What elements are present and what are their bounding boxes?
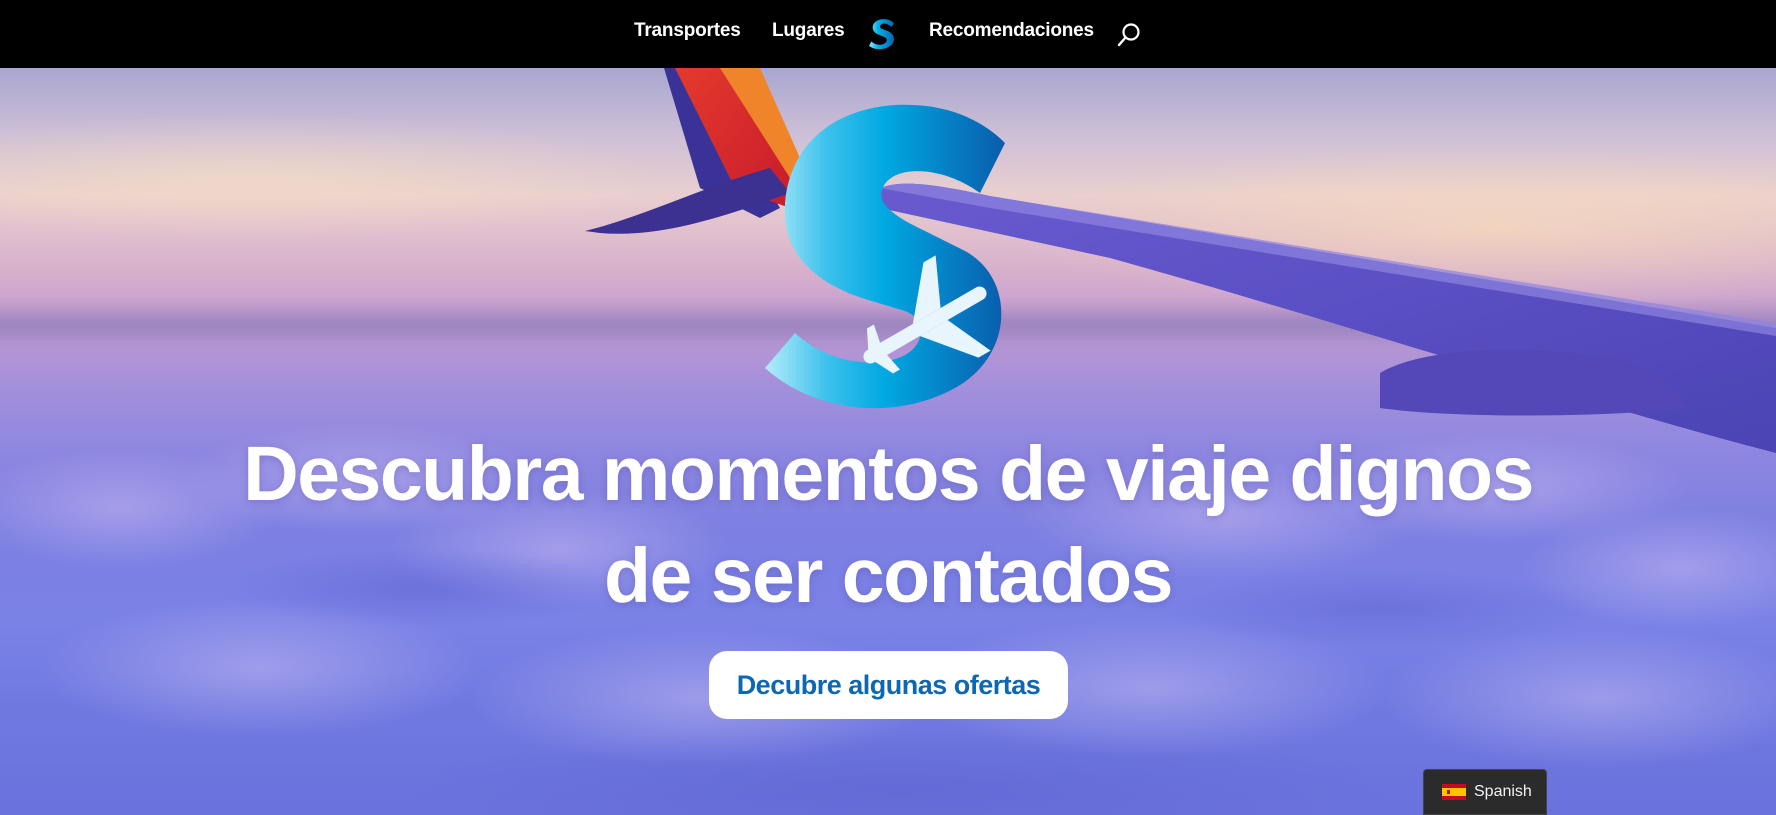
nav-link-lugares[interactable]: Lugares bbox=[772, 20, 845, 42]
nav-link-recomendaciones[interactable]: Recomendaciones bbox=[929, 20, 1094, 42]
spain-flag-icon bbox=[1442, 784, 1466, 800]
s-plane-logo-icon bbox=[765, 104, 1005, 409]
top-navigation: Transportes Lugares Recomendaciones bbox=[0, 0, 1776, 68]
language-label: Spanish bbox=[1474, 783, 1532, 800]
offers-cta-button[interactable]: Decubre algunas ofertas bbox=[709, 651, 1068, 719]
language-switcher[interactable]: Spanish bbox=[1423, 769, 1547, 815]
hero-headline-line2: de ser contados bbox=[603, 533, 1174, 619]
hero-section: Descubra momentos de viaje dignos de ser… bbox=[0, 68, 1776, 815]
hero-headline-line1: Descubra momentos de viaje dignos bbox=[243, 431, 1534, 517]
s-plane-logo-icon[interactable] bbox=[869, 18, 897, 50]
nav-link-transportes[interactable]: Transportes bbox=[634, 20, 741, 42]
search-icon[interactable] bbox=[1116, 22, 1142, 48]
hero-headline: Descubra momentos de viaje dignos de ser… bbox=[188, 423, 1588, 627]
